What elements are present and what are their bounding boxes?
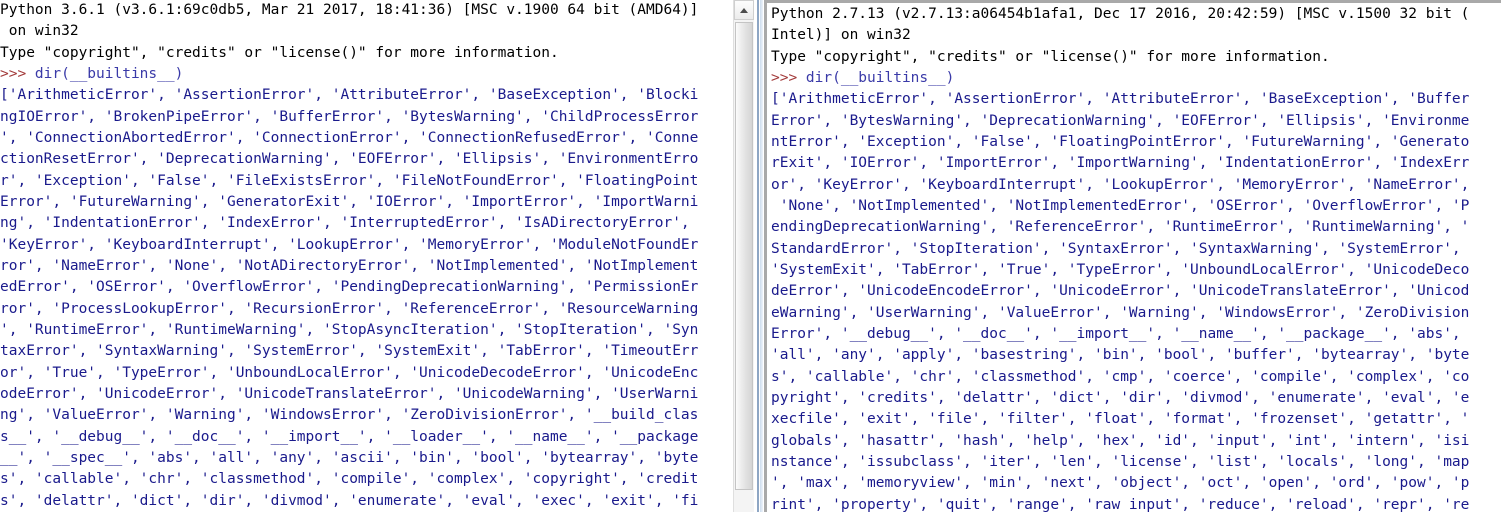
python3-prompt-line[interactable]: >>> dir(__builtins__) [0, 64, 733, 85]
python3-output-line: s__', '__debug__', '__doc__', '__import_… [0, 428, 699, 445]
python3-output-line: ', 'ConnectionAbortedError', 'Connection… [0, 129, 699, 146]
python2-output-line: rExit', 'IOError', 'ImportError', 'Impor… [771, 155, 1470, 172]
python2-banner-line-1: Python 2.7.13 (v2.7.13:a06454b1afa1, Dec… [771, 6, 1470, 22]
python3-output-line: s', 'callable', 'chr', 'classmethod', 'c… [0, 471, 699, 488]
python2-shell-pane[interactable]: Python 2.7.13 (v2.7.13:a06454b1afa1, Dec… [764, 0, 1501, 512]
python2-output-block: ['ArithmeticError', 'AssertionError', 'A… [771, 89, 1501, 512]
python3-output-line: r', 'Exception', 'False', 'FileExistsErr… [0, 172, 699, 189]
window-edge-highlight [757, 0, 759, 512]
python3-output-line: ror', 'ProcessLookupError', 'RecursionEr… [0, 300, 699, 317]
python3-output-line: ror', 'NameError', 'None', 'NotADirector… [0, 257, 699, 274]
python2-output-line: nstance', 'issubclass', 'iter', 'len', '… [771, 453, 1470, 470]
python2-output-line: ['ArithmeticError', 'AssertionError', 'A… [771, 91, 1470, 108]
python3-output-line: or', 'True', 'TypeError', 'UnboundLocalE… [0, 364, 699, 381]
python3-shell-text[interactable]: Python 3.6.1 (v3.6.1:69c0db5, Mar 21 201… [0, 0, 733, 512]
python2-output-line: 'None', 'NotImplemented', 'NotImplemente… [771, 197, 1470, 214]
python3-output-line: ['ArithmeticError', 'AssertionError', 'A… [0, 87, 699, 104]
python3-output-block: ['ArithmeticError', 'AssertionError', 'A… [0, 85, 733, 512]
python2-output-line: rint', 'property', 'quit', 'range', 'raw… [771, 496, 1470, 512]
scrollbar-thumb[interactable] [735, 22, 753, 490]
python3-output-line: s', 'delattr', 'dict', 'dir', 'divmod', … [0, 492, 699, 509]
python3-command-text: dir(__builtins__) [34, 65, 184, 82]
python2-output-line: endingDeprecationWarning', 'ReferenceErr… [771, 219, 1470, 236]
python2-output-line: Error', '__debug__', '__doc__', '__impor… [771, 325, 1461, 342]
python3-shell-pane[interactable]: Python 3.6.1 (v3.6.1:69c0db5, Mar 21 201… [0, 0, 733, 512]
python3-prompt-symbol: >>> [0, 65, 35, 82]
triangle-up-icon [740, 8, 748, 13]
python2-output-line: 'SystemExit', 'TabError', 'True', 'TypeE… [771, 261, 1470, 278]
python2-banner-line-3: Type "copyright", "credits" or "license(… [771, 48, 1330, 65]
python3-output-line: 'KeyError', 'KeyboardInterrupt', 'Lookup… [0, 236, 699, 253]
python3-output-line: ctionResetError', 'DeprecationWarning', … [0, 151, 699, 168]
python3-output-line: Error', 'FutureWarning', 'GeneratorExit'… [0, 193, 699, 210]
python2-output-line: deError', 'UnicodeEncodeError', 'Unicode… [771, 283, 1470, 300]
python2-output-line: StandardError', 'StopIteration', 'Syntax… [771, 240, 1461, 257]
python3-output-line: ', 'RuntimeError', 'RuntimeWarning', 'St… [0, 321, 699, 338]
python3-output-line: taxError', 'SyntaxWarning', 'SystemError… [0, 343, 699, 360]
dual-python-shell-screenshot: Python 3.6.1 (v3.6.1:69c0db5, Mar 21 201… [0, 0, 1501, 512]
python2-prompt-line[interactable]: >>> dir(__builtins__) [771, 68, 1501, 89]
python3-vertical-scrollbar[interactable] [733, 0, 754, 512]
python2-banner-line-2: Intel)] on win32 [771, 27, 911, 44]
python2-output-line: ', 'max', 'memoryview', 'min', 'next', '… [771, 475, 1470, 492]
python3-output-line: odeError', 'UnicodeError', 'UnicodeTrans… [0, 385, 699, 402]
python2-output-line: eWarning', 'UserWarning', 'ValueError', … [771, 304, 1470, 321]
python2-output-line: 'all', 'any', 'apply', 'basestring', 'bi… [771, 347, 1470, 364]
python2-shell-text[interactable]: Python 2.7.13 (v2.7.13:a06454b1afa1, Dec… [771, 4, 1501, 512]
python3-output-line: ng', 'IndentationError', 'IndexError', '… [0, 215, 690, 232]
python3-output-line: ng', 'ValueError', 'Warning', 'WindowsEr… [0, 407, 699, 424]
python2-prompt-symbol: >>> [771, 69, 806, 86]
python2-shell-inner[interactable]: Python 2.7.13 (v2.7.13:a06454b1afa1, Dec… [767, 3, 1501, 512]
window-edge-shadow [760, 0, 763, 512]
python3-banner-line-2: on win32 [0, 23, 79, 40]
scrollbar-up-button[interactable] [734, 0, 754, 20]
python2-output-line: ntError', 'Exception', 'False', 'Floatin… [771, 133, 1470, 150]
python2-command-text: dir(__builtins__) [805, 69, 955, 86]
python3-banner-line-1: Python 3.6.1 (v3.6.1:69c0db5, Mar 21 201… [0, 2, 699, 18]
python3-output-line: ngIOError', 'BrokenPipeError', 'BufferEr… [0, 108, 699, 125]
python2-output-line: xecfile', 'exit', 'file', 'filter', 'flo… [771, 411, 1470, 428]
python2-output-line: pyright', 'credits', 'delattr', 'dict', … [771, 389, 1470, 406]
python2-output-line: or', 'KeyError', 'KeyboardInterrupt', 'L… [771, 176, 1470, 193]
python3-output-line: __', '__spec__', 'abs', 'all', 'any', 'a… [0, 449, 699, 466]
python2-output-line: s', 'callable', 'chr', 'classmethod', 'c… [771, 368, 1470, 385]
python3-banner-line-3: Type "copyright", "credits" or "license(… [0, 44, 559, 61]
python2-output-line: globals', 'hasattr', 'hash', 'help', 'he… [771, 432, 1470, 449]
python3-output-line: edError', 'OSError', 'OverflowError', 'P… [0, 279, 699, 296]
python2-output-line: Error', 'BytesWarning', 'DeprecationWarn… [771, 112, 1470, 129]
